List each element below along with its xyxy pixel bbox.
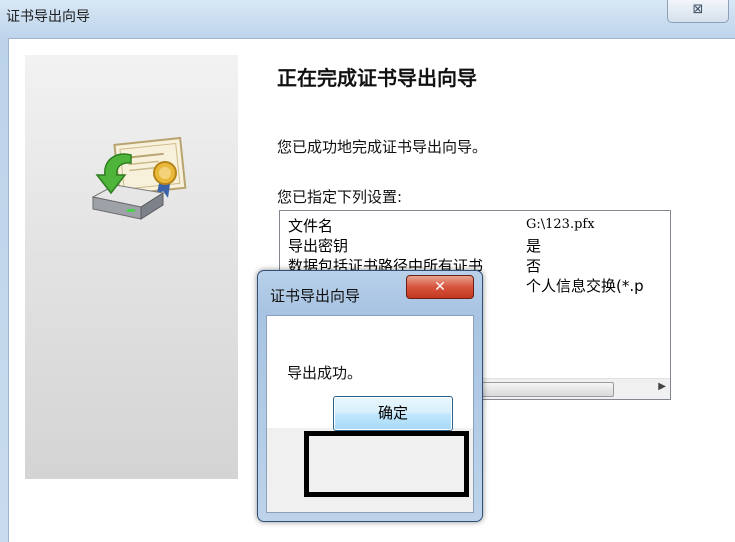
window-close-button[interactable]: ⊠: [667, 0, 729, 23]
ok-button[interactable]: 确定: [333, 396, 453, 431]
setting-value: 否: [526, 257, 542, 275]
window-title: 证书导出向导: [6, 9, 90, 25]
focus-highlight-frame: [304, 431, 469, 497]
dialog-message: 导出成功。: [287, 364, 363, 382]
export-success-dialog: 证书导出向导 ✕ 导出成功。 确定: [257, 270, 483, 522]
dialog-close-button[interactable]: ✕: [406, 275, 474, 299]
setting-key: 导出密钥: [288, 237, 349, 255]
setting-value: 是: [526, 237, 542, 255]
settings-label: 您已指定下列设置:: [277, 188, 403, 206]
dialog-title: 证书导出向导: [270, 287, 361, 305]
scroll-right-arrow-icon[interactable]: ▶: [658, 381, 666, 392]
setting-key: 文件名: [288, 217, 334, 235]
completion-message: 您已成功地完成证书导出向导。: [277, 138, 488, 156]
wizard-side-panel: [25, 55, 238, 479]
dialog-button-area: [267, 428, 473, 512]
page-heading: 正在完成证书导出向导: [277, 66, 477, 90]
setting-value: G:\123.pfx: [526, 217, 595, 232]
certificate-export-icon: [91, 136, 187, 220]
setting-value: 个人信息交换(*.p: [526, 277, 644, 295]
